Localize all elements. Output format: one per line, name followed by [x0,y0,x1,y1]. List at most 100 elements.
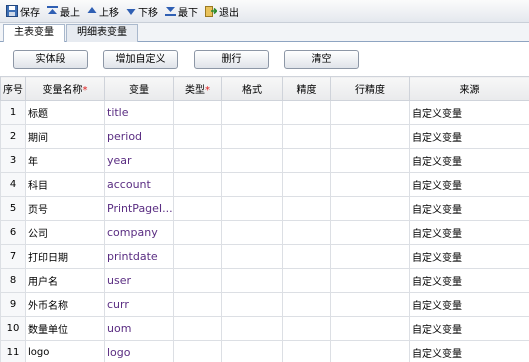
variable-cell[interactable]: account [104,172,174,197]
col-header-precision[interactable]: 精度 [282,76,331,101]
col-header-variable[interactable]: 变量 [104,76,174,101]
precision-cell[interactable] [282,124,331,149]
variable-cell[interactable]: PrintPageI... [104,196,174,221]
format-cell[interactable] [221,340,283,362]
precision-cell[interactable] [282,220,331,245]
row-precision-cell[interactable] [330,172,410,197]
move-bottom-button[interactable]: 最下 [165,3,198,20]
precision-cell[interactable] [282,100,331,125]
source-cell[interactable]: 自定义变量 [409,268,529,293]
format-cell[interactable] [221,100,283,125]
format-cell[interactable] [221,268,283,293]
type-cell[interactable] [173,292,222,317]
variable-name-cell[interactable]: 期间 [25,124,105,149]
format-cell[interactable] [221,316,283,341]
format-cell[interactable] [221,292,283,317]
delete-row-button[interactable]: 删行 [194,50,269,69]
entity-segment-button[interactable]: 实体段 [13,50,88,69]
type-cell[interactable] [173,316,222,341]
precision-cell[interactable] [282,268,331,293]
row-precision-cell[interactable] [330,340,410,362]
col-header-row-precision[interactable]: 行精度 [330,76,410,101]
table-row[interactable]: 11 logo logo 自定义变量 [0,340,529,362]
type-cell[interactable] [173,172,222,197]
type-cell[interactable] [173,340,222,362]
precision-cell[interactable] [282,292,331,317]
table-row[interactable]: 10 数量单位 uom 自定义变量 [0,316,529,341]
precision-cell[interactable] [282,172,331,197]
variable-name-cell[interactable]: 年 [25,148,105,173]
variable-name-cell[interactable]: 打印日期 [25,244,105,269]
row-precision-cell[interactable] [330,268,410,293]
variable-cell[interactable]: logo [104,340,174,362]
add-custom-button[interactable]: 增加自定义 [103,50,178,69]
save-button[interactable]: 保存 [6,3,40,20]
source-cell[interactable]: 自定义变量 [409,244,529,269]
variable-name-cell[interactable]: 外币名称 [25,292,105,317]
format-cell[interactable] [221,172,283,197]
variable-cell[interactable]: printdate [104,244,174,269]
variable-cell[interactable]: uom [104,316,174,341]
precision-cell[interactable] [282,148,331,173]
col-header-name[interactable]: 变量名称* [25,76,105,101]
table-row[interactable]: 3 年 year 自定义变量 [0,148,529,173]
format-cell[interactable] [221,148,283,173]
precision-cell[interactable] [282,244,331,269]
variable-name-cell[interactable]: 公司 [25,220,105,245]
source-cell[interactable]: 自定义变量 [409,148,529,173]
move-up-button[interactable]: 上移 [87,3,119,20]
source-cell[interactable]: 自定义变量 [409,340,529,362]
move-down-button[interactable]: 下移 [126,3,158,20]
table-row[interactable]: 2 期间 period 自定义变量 [0,124,529,149]
source-cell[interactable]: 自定义变量 [409,316,529,341]
table-row[interactable]: 7 打印日期 printdate 自定义变量 [0,244,529,269]
col-header-type[interactable]: 类型* [173,76,222,101]
source-cell[interactable]: 自定义变量 [409,172,529,197]
variable-name-cell[interactable]: 科目 [25,172,105,197]
type-cell[interactable] [173,100,222,125]
tab-detail-variables[interactable]: 明细表变量 [66,24,138,42]
variable-cell[interactable]: title [104,100,174,125]
row-precision-cell[interactable] [330,220,410,245]
type-cell[interactable] [173,124,222,149]
table-row[interactable]: 5 页号 PrintPageI... 自定义变量 [0,196,529,221]
format-cell[interactable] [221,196,283,221]
row-precision-cell[interactable] [330,292,410,317]
source-cell[interactable]: 自定义变量 [409,124,529,149]
col-header-source[interactable]: 来源 [409,76,529,101]
table-row[interactable]: 4 科目 account 自定义变量 [0,172,529,197]
row-precision-cell[interactable] [330,100,410,125]
variable-cell[interactable]: year [104,148,174,173]
table-row[interactable]: 8 用户名 user 自定义变量 [0,268,529,293]
table-row[interactable]: 9 外币名称 curr 自定义变量 [0,292,529,317]
variable-name-cell[interactable]: 用户名 [25,268,105,293]
variable-name-cell[interactable]: 页号 [25,196,105,221]
source-cell[interactable]: 自定义变量 [409,220,529,245]
type-cell[interactable] [173,244,222,269]
format-cell[interactable] [221,244,283,269]
variable-cell[interactable]: company [104,220,174,245]
col-header-format[interactable]: 格式 [221,76,283,101]
format-cell[interactable] [221,220,283,245]
variable-name-cell[interactable]: 数量单位 [25,316,105,341]
variable-cell[interactable]: period [104,124,174,149]
row-precision-cell[interactable] [330,316,410,341]
variable-name-cell[interactable]: logo [25,340,105,362]
source-cell[interactable]: 自定义变量 [409,196,529,221]
row-precision-cell[interactable] [330,244,410,269]
clear-button[interactable]: 清空 [284,50,359,69]
table-row[interactable]: 6 公司 company 自定义变量 [0,220,529,245]
type-cell[interactable] [173,220,222,245]
tab-main-variables[interactable]: 主表变量 [3,24,65,43]
table-row[interactable]: 1 标题 title 自定义变量 [0,100,529,125]
type-cell[interactable] [173,148,222,173]
variable-name-cell[interactable]: 标题 [25,100,105,125]
move-top-button[interactable]: 最上 [47,3,80,20]
type-cell[interactable] [173,268,222,293]
precision-cell[interactable] [282,340,331,362]
row-precision-cell[interactable] [330,148,410,173]
exit-button[interactable]: 退出 [205,3,239,20]
source-cell[interactable]: 自定义变量 [409,100,529,125]
variable-cell[interactable]: user [104,268,174,293]
precision-cell[interactable] [282,316,331,341]
